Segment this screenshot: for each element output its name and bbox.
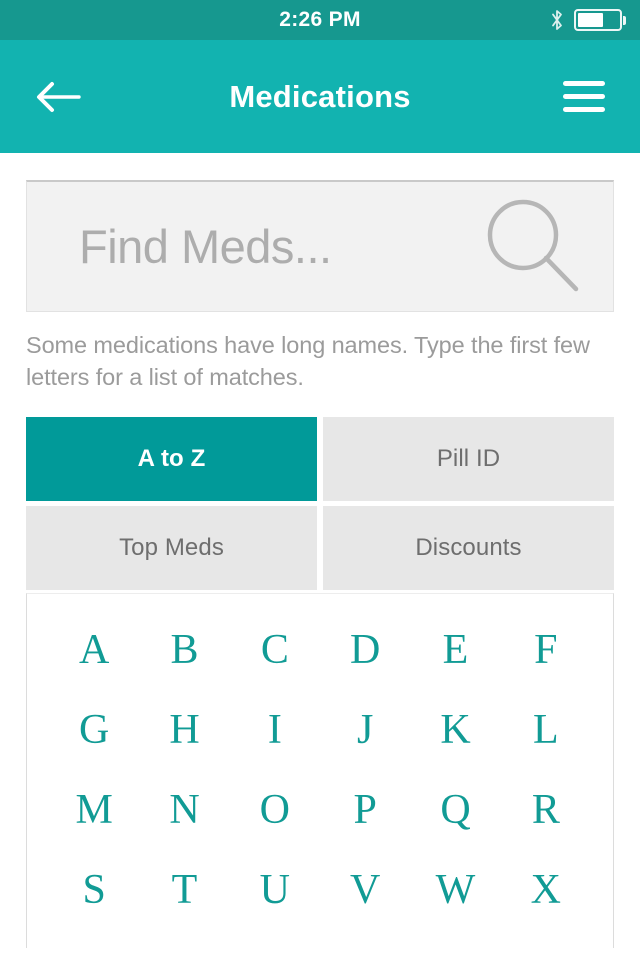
alphabet-letter-b[interactable]: B (139, 624, 229, 676)
alphabet-letter-o[interactable]: O (230, 784, 320, 836)
alphabet-letter-r[interactable]: R (501, 784, 591, 836)
page-title: Medications (229, 78, 411, 114)
hamburger-menu-icon (563, 81, 605, 86)
alphabet-letter-w[interactable]: W (410, 864, 500, 916)
alphabet-letter-m[interactable]: M (49, 784, 139, 836)
alphabet-letter-n[interactable]: N (139, 784, 229, 836)
search-icon[interactable] (483, 197, 583, 297)
alphabet-letter-v[interactable]: V (320, 864, 410, 916)
category-tabs: A to Z Pill ID Top Meds Discounts (26, 416, 614, 590)
search-input[interactable]: Find Meds... (79, 219, 483, 274)
alphabet-grid: ABCDEF GHIJKL MNOPQR STUVWX (49, 624, 591, 916)
alphabet-letter-j[interactable]: J (320, 704, 410, 756)
alphabet-letter-q[interactable]: Q (410, 784, 500, 836)
battery-fill (577, 13, 604, 27)
hamburger-menu-button[interactable] (554, 67, 614, 127)
tab-label: Top Meds (119, 533, 224, 561)
tab-pill-id[interactable]: Pill ID (323, 416, 614, 501)
alphabet-letter-p[interactable]: P (320, 784, 410, 836)
main-content: Find Meds... Some medications have long … (0, 180, 640, 948)
medications-screen: 2:26 PM Medications Find Meds... Some me… (0, 0, 640, 960)
alphabet-panel: ABCDEF GHIJKL MNOPQR STUVWX (26, 592, 614, 948)
alphabet-letter-x[interactable]: X (501, 864, 591, 916)
alphabet-letter-c[interactable]: C (230, 624, 320, 676)
app-header: Medications (0, 40, 640, 153)
alphabet-letter-g[interactable]: G (49, 704, 139, 756)
alphabet-letter-f[interactable]: F (501, 624, 591, 676)
tab-label: Pill ID (436, 444, 501, 472)
alphabet-letter-u[interactable]: U (230, 864, 320, 916)
alphabet-letter-s[interactable]: S (49, 864, 139, 916)
alphabet-letter-e[interactable]: E (410, 624, 500, 676)
alphabet-letter-l[interactable]: L (501, 704, 591, 756)
alphabet-letter-d[interactable]: D (320, 624, 410, 676)
tab-a-to-z[interactable]: A to Z (26, 416, 317, 501)
tab-label: Discounts (415, 533, 522, 561)
status-bar: 2:26 PM (0, 0, 640, 40)
tab-label: A to Z (137, 444, 206, 472)
search-helper-text: Some medications have long names. Type t… (26, 332, 590, 391)
tab-discounts[interactable]: Discounts (323, 505, 614, 590)
battery-icon (573, 9, 626, 31)
alphabet-letter-a[interactable]: A (49, 624, 139, 676)
alphabet-letter-i[interactable]: I (230, 704, 320, 756)
status-time: 2:26 PM (279, 8, 361, 31)
tab-top-meds[interactable]: Top Meds (26, 505, 317, 590)
bluetooth-icon (551, 10, 562, 30)
status-indicators (550, 0, 626, 40)
alphabet-letter-t[interactable]: T (139, 864, 229, 916)
search-field[interactable]: Find Meds... (26, 180, 614, 312)
alphabet-letter-k[interactable]: K (410, 704, 500, 756)
alphabet-letter-h[interactable]: H (139, 704, 229, 756)
